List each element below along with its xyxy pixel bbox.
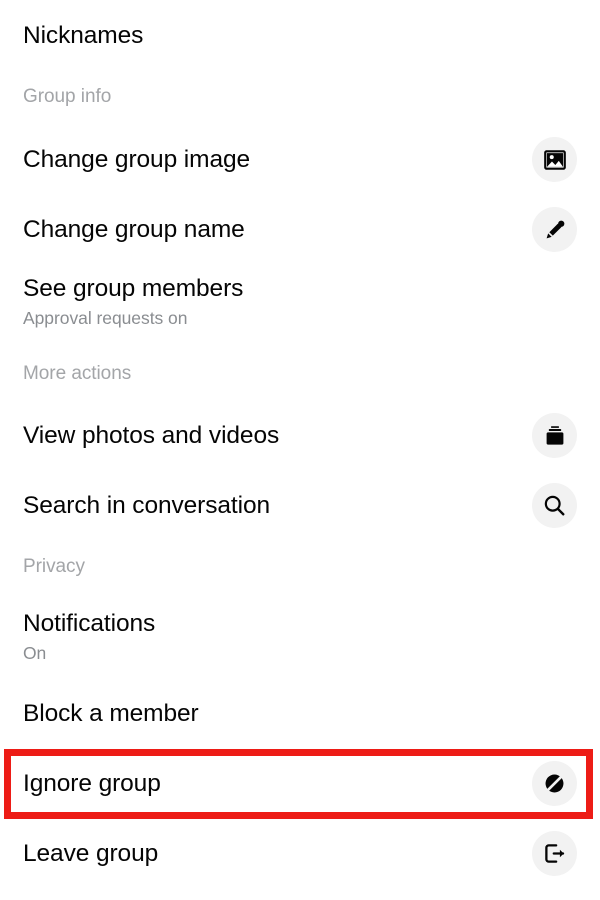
menu-item-label: Notifications xyxy=(23,609,156,637)
image-icon[interactable] xyxy=(532,137,577,182)
menu-item-label: Nicknames xyxy=(23,22,144,49)
menu-item-text: See group members Approval requests on xyxy=(23,274,243,329)
section-header-more-actions: More actions xyxy=(23,363,132,384)
menu-item-change-group-image[interactable]: Change group image xyxy=(0,137,600,182)
menu-item-subtitle: Approval requests on xyxy=(23,307,188,328)
section-header-group-info: Group info xyxy=(23,86,112,107)
menu-item-block-a-member[interactable]: Block a member xyxy=(0,691,600,736)
menu-item-text: View photos and videos xyxy=(23,421,279,451)
menu-item-text: Search in conversation xyxy=(23,491,270,521)
menu-item-label: Change group name xyxy=(23,215,245,243)
group-settings-screen: Nicknames Group info Change group image … xyxy=(0,0,600,900)
pencil-icon[interactable] xyxy=(532,207,577,252)
menu-item-notifications[interactable]: Notifications On xyxy=(0,606,600,666)
menu-item-text: Notifications On xyxy=(23,609,155,664)
ignore-slash-icon[interactable] xyxy=(532,761,577,806)
menu-item-text: Ignore group xyxy=(23,769,161,799)
menu-item-label: Search in conversation xyxy=(23,491,271,519)
menu-item-text: Leave group xyxy=(23,839,158,869)
menu-item-label: Ignore group xyxy=(23,769,161,797)
menu-item-text: Nicknames xyxy=(23,21,143,51)
photo-stack-icon[interactable] xyxy=(532,413,577,458)
menu-item-label: View photos and videos xyxy=(23,421,280,449)
menu-item-label: Change group image xyxy=(23,145,251,173)
menu-item-text: Change group image xyxy=(23,145,250,175)
menu-item-label: See group members xyxy=(23,274,244,302)
menu-item-label: Leave group xyxy=(23,839,159,867)
menu-item-search-in-conversation[interactable]: Search in conversation xyxy=(0,483,600,528)
menu-item-label: Block a member xyxy=(23,699,199,727)
menu-item-see-group-members[interactable]: See group members Approval requests on xyxy=(0,271,600,331)
search-icon[interactable] xyxy=(532,483,577,528)
menu-item-view-photos-and-videos[interactable]: View photos and videos xyxy=(0,413,600,458)
menu-item-leave-group[interactable]: Leave group xyxy=(0,831,600,876)
menu-item-change-group-name[interactable]: Change group name xyxy=(0,207,600,252)
menu-item-subtitle: On xyxy=(23,642,47,663)
menu-item-text: Block a member xyxy=(23,699,199,729)
exit-icon[interactable] xyxy=(532,831,577,876)
menu-item-ignore-group[interactable]: Ignore group xyxy=(0,761,600,806)
menu-item-nicknames[interactable]: Nicknames xyxy=(0,14,600,58)
menu-item-text: Change group name xyxy=(23,215,245,245)
section-header-privacy: Privacy xyxy=(23,556,85,577)
